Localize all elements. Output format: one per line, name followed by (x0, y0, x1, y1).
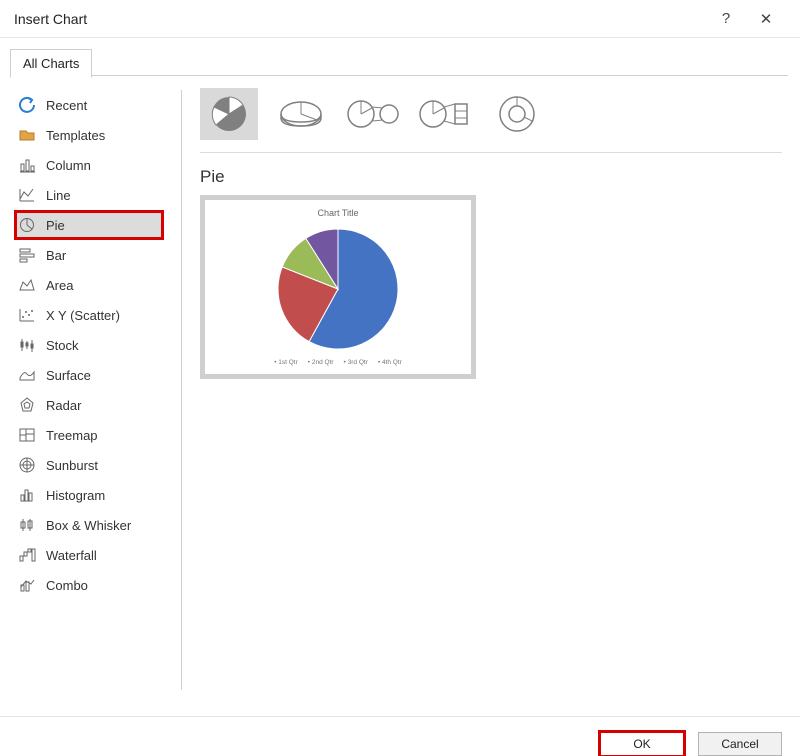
subtype-pie-of-pie[interactable] (344, 88, 402, 140)
subtype-title: Pie (200, 167, 782, 187)
treemap-icon (18, 426, 36, 444)
legend-label: • 1st Qtr (274, 359, 298, 366)
sidebar-item-label: Column (46, 158, 91, 173)
sidebar-item-waterfall[interactable]: Waterfall (14, 540, 164, 570)
sidebar-item-label: X Y (Scatter) (46, 308, 120, 323)
chart-category-sidebar: Recent Templates Column Line Pie (0, 76, 182, 716)
recent-icon (18, 96, 36, 114)
chart-preview[interactable]: Chart Title • 1st Qtr• 2nd Qtr• 3rd Qtr•… (200, 195, 476, 379)
sidebar-item-label: Sunburst (46, 458, 98, 473)
dialog-footer: OK Cancel (0, 716, 800, 754)
sidebar-item-label: Combo (46, 578, 88, 593)
sidebar-item-label: Waterfall (46, 548, 97, 563)
pie-icon (18, 216, 36, 234)
sidebar-item-label: Recent (46, 98, 87, 113)
legend-label: • 2nd Qtr (308, 359, 334, 366)
sidebar-item-label: Radar (46, 398, 81, 413)
sidebar-item-line[interactable]: Line (14, 180, 164, 210)
ok-button[interactable]: OK (600, 732, 684, 756)
boxwhisker-icon (18, 516, 36, 534)
histogram-icon (18, 486, 36, 504)
titlebar: Insert Chart ? ✕ (0, 0, 800, 38)
sidebar-item-label: Surface (46, 368, 91, 383)
sidebar-item-treemap[interactable]: Treemap (14, 420, 164, 450)
scatter-icon (18, 306, 36, 324)
sidebar-item-label: Templates (46, 128, 105, 143)
sunburst-icon (18, 456, 36, 474)
subtype-pie-3d[interactable] (272, 88, 330, 140)
sidebar-item-stock[interactable]: Stock (14, 330, 164, 360)
preview-legend: • 1st Qtr • 2nd Qtr • 3rd Qtr • 4th Qtr (274, 359, 402, 366)
sidebar-item-surface[interactable]: Surface (14, 360, 164, 390)
legend-item: • 4th Qtr (378, 359, 402, 366)
content: Recent Templates Column Line Pie (0, 76, 800, 716)
bar-icon (18, 246, 36, 264)
column-icon (18, 156, 36, 174)
sidebar-item-scatter[interactable]: X Y (Scatter) (14, 300, 164, 330)
sidebar-item-radar[interactable]: Radar (14, 390, 164, 420)
sidebar-item-label: Line (46, 188, 71, 203)
sidebar-item-recent[interactable]: Recent (14, 90, 164, 120)
help-button[interactable]: ? (706, 10, 746, 27)
combo-icon (18, 576, 36, 594)
legend-label: • 4th Qtr (378, 359, 402, 366)
subtype-doughnut[interactable] (488, 88, 546, 140)
preview-chart-body (272, 218, 404, 359)
sidebar-item-label: Treemap (46, 428, 98, 443)
stock-icon (18, 336, 36, 354)
main-panel: Pie Chart Title • 1st Qtr • 2nd Qtr • 3rd … (182, 76, 800, 716)
surface-icon (18, 366, 36, 384)
templates-icon (18, 126, 36, 144)
tab-strip: All Charts (0, 38, 800, 76)
sidebar-item-bar[interactable]: Bar (14, 240, 164, 270)
line-icon (18, 186, 36, 204)
legend-item: • 1st Qtr (274, 359, 298, 366)
sidebar-item-pie[interactable]: Pie (14, 210, 164, 240)
sidebar-item-sunburst[interactable]: Sunburst (14, 450, 164, 480)
sidebar-item-label: Area (46, 278, 73, 293)
area-icon (18, 276, 36, 294)
preview-title: Chart Title (317, 208, 358, 218)
sidebar-item-templates[interactable]: Templates (14, 120, 164, 150)
legend-item: • 3rd Qtr (344, 359, 368, 366)
sidebar-item-column[interactable]: Column (14, 150, 164, 180)
sidebar-item-label: Bar (46, 248, 66, 263)
sidebar-item-boxwhisker[interactable]: Box & Whisker (14, 510, 164, 540)
sidebar-item-area[interactable]: Area (14, 270, 164, 300)
sidebar-item-label: Pie (46, 218, 65, 233)
radar-icon (18, 396, 36, 414)
close-button[interactable]: ✕ (746, 10, 786, 28)
legend-label: • 3rd Qtr (344, 359, 368, 366)
window-title: Insert Chart (14, 11, 87, 27)
tab-all-charts[interactable]: All Charts (10, 49, 92, 78)
subtype-pie[interactable] (200, 88, 258, 140)
sidebar-item-label: Box & Whisker (46, 518, 131, 533)
sidebar-item-label: Stock (46, 338, 79, 353)
cancel-button[interactable]: Cancel (698, 732, 782, 756)
legend-item: • 2nd Qtr (308, 359, 334, 366)
subtype-bar-of-pie[interactable] (416, 88, 474, 140)
sidebar-item-histogram[interactable]: Histogram (14, 480, 164, 510)
sidebar-item-label: Histogram (46, 488, 105, 503)
waterfall-icon (18, 546, 36, 564)
chart-subtype-row (200, 88, 782, 153)
sidebar-item-combo[interactable]: Combo (14, 570, 164, 600)
